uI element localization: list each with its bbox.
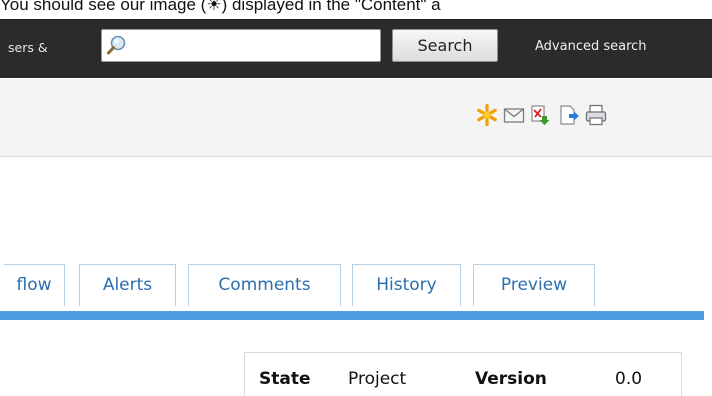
state-label: State (259, 369, 311, 389)
version-value: 0.0 (615, 369, 643, 389)
users-menu-link[interactable]: sers & (8, 40, 48, 55)
search-box (101, 29, 381, 62)
top-navigation-bar: sers & Search Advanced search (0, 19, 712, 78)
pdf-export-icon[interactable] (528, 103, 552, 127)
print-icon[interactable] (584, 103, 608, 127)
search-button[interactable]: Search (392, 29, 498, 62)
page-info-box: State Project Version 0.0 (244, 352, 682, 396)
tab-comments[interactable]: Comments (188, 264, 341, 306)
tab-history[interactable]: History (352, 264, 461, 306)
search-icon (107, 35, 126, 55)
add-favorite-icon[interactable] (475, 103, 499, 127)
email-icon[interactable] (502, 103, 526, 127)
tab-workflow[interactable]: flow (4, 264, 65, 306)
page-toolbar (0, 79, 712, 157)
state-value: Project (348, 369, 407, 389)
advanced-search-link[interactable]: Advanced search (535, 39, 647, 54)
search-input[interactable] (128, 30, 378, 61)
export-page-icon[interactable] (557, 103, 581, 127)
tab-underline (0, 311, 704, 320)
caption-text: You should see our image (☀) displayed i… (0, 0, 441, 14)
tab-alerts[interactable]: Alerts (79, 264, 176, 306)
version-label: Version (475, 369, 547, 389)
tab-preview[interactable]: Preview (473, 264, 595, 306)
page-content: flow Alerts Comments History Preview Sta… (0, 157, 712, 396)
